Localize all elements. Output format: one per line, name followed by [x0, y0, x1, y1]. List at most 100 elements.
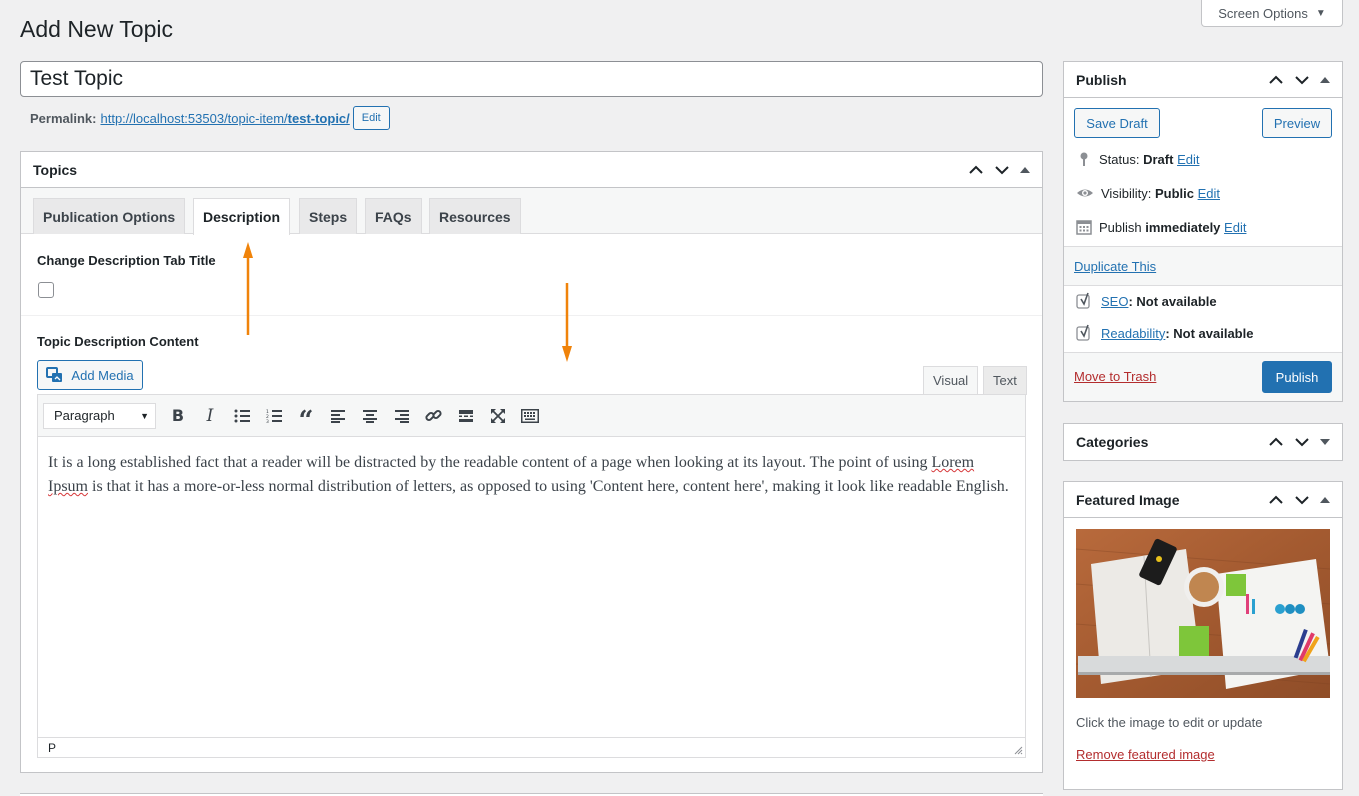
add-media-button[interactable]: Add Media — [37, 360, 143, 390]
seo-value: : Not available — [1128, 293, 1217, 309]
italic-icon[interactable]: I — [194, 401, 226, 431]
categories-header[interactable]: Categories — [1064, 424, 1342, 460]
change-tab-title-checkbox[interactable] — [38, 282, 54, 298]
save-draft-button[interactable]: Save Draft — [1074, 108, 1160, 138]
annotation-arrow-up — [243, 242, 253, 335]
editor-content[interactable]: It is a long established fact that a rea… — [38, 437, 1025, 513]
move-up-icon[interactable] — [1268, 495, 1284, 505]
eye-icon — [1077, 189, 1093, 197]
remove-featured-image-link[interactable]: Remove featured image — [1076, 747, 1215, 762]
categories-title: Categories — [1076, 434, 1149, 450]
publish-title: Publish — [1076, 71, 1127, 88]
numbered-list-icon[interactable]: 123 — [258, 401, 290, 431]
page-title: Add New Topic — [20, 16, 173, 42]
seo-row: SEO: Not available — [1076, 292, 1217, 310]
select-caret-icon: ▼ — [140, 410, 149, 421]
resize-handle-icon[interactable] — [1013, 745, 1023, 755]
description-label: Topic Description Content — [37, 334, 199, 349]
toolbar-toggle-icon[interactable] — [514, 401, 546, 431]
toggle-panel-icon[interactable] — [1320, 438, 1330, 446]
publish-button[interactable]: Publish — [1262, 361, 1332, 393]
visibility-row: Visibility: Public Edit — [1076, 185, 1220, 201]
topics-header: Topics — [21, 152, 1042, 188]
permalink-label: Permalink: — [30, 110, 97, 126]
tab-resources[interactable]: Resources — [429, 198, 521, 234]
bold-icon[interactable]: B — [162, 401, 194, 431]
caret-down-icon: ▼ — [1315, 7, 1326, 19]
align-center-icon[interactable] — [354, 401, 386, 431]
status-edit-link[interactable]: Edit — [1177, 152, 1199, 167]
bulleted-list-icon[interactable] — [226, 401, 258, 431]
move-up-icon[interactable] — [968, 165, 984, 175]
featured-image-title: Featured Image — [1076, 491, 1180, 508]
visibility-edit-link[interactable]: Edit — [1198, 186, 1220, 201]
svg-text:3: 3 — [266, 419, 269, 423]
format-select[interactable]: Paragraph ▼ — [43, 402, 156, 429]
featured-image-hint: Click the image to edit or update — [1076, 715, 1263, 730]
move-down-icon[interactable] — [994, 165, 1010, 175]
pin-icon — [1080, 152, 1088, 166]
status-row: Status: Draft Edit — [1076, 151, 1199, 167]
toggle-panel-icon[interactable] — [1020, 166, 1030, 174]
toggle-panel-icon[interactable] — [1320, 76, 1330, 84]
move-to-trash-link[interactable]: Move to Trash — [1074, 369, 1156, 384]
move-down-icon[interactable] — [1294, 437, 1310, 447]
move-down-icon[interactable] — [1294, 495, 1310, 505]
topics-postbox: Topics Publication Options Description S… — [20, 151, 1043, 773]
permalink-slug: test-topic/ — [287, 110, 350, 126]
schedule-edit-link[interactable]: Edit — [1224, 220, 1246, 235]
move-up-icon[interactable] — [1268, 437, 1284, 447]
description-editor: Paragraph ▼ B I 123 “ It is a long estab… — [37, 394, 1026, 758]
publish-value: immediately — [1145, 219, 1221, 235]
screen-options-button[interactable]: Screen Options ▼ — [1201, 0, 1343, 27]
duplicate-section: Duplicate This — [1064, 246, 1342, 286]
blockquote-icon[interactable]: “ — [290, 401, 322, 434]
permalink-row: Permalink: http://localhost:53503/topic-… — [30, 105, 390, 131]
content-text-1: It is a long established fact that a rea… — [48, 454, 932, 471]
fullscreen-icon[interactable] — [482, 401, 514, 431]
text-mode-tab[interactable]: Text — [983, 366, 1027, 395]
schedule-row: Publish immediately Edit — [1076, 219, 1246, 235]
move-up-icon[interactable] — [1268, 75, 1284, 85]
tab-steps[interactable]: Steps — [299, 198, 358, 234]
tab-faqs[interactable]: FAQs — [365, 198, 422, 234]
link-icon[interactable] — [418, 401, 450, 431]
permalink-edit-button[interactable]: Edit — [352, 106, 390, 130]
publish-label: Publish — [1099, 219, 1142, 235]
field-divider — [21, 315, 1042, 316]
categories-postbox: Categories — [1063, 423, 1343, 461]
visibility-value: Public — [1154, 185, 1194, 201]
tab-description[interactable]: Description — [193, 198, 291, 235]
readability-value: : Not available — [1165, 325, 1254, 341]
preview-button[interactable]: Preview — [1262, 108, 1332, 138]
editor-statusbar: P — [38, 737, 1025, 757]
toggle-panel-icon[interactable] — [1320, 496, 1330, 504]
seo-link[interactable]: SEO — [1101, 294, 1128, 309]
publish-postbox: Publish Save Draft Preview Status: Draft… — [1063, 61, 1343, 402]
post-title-input[interactable] — [20, 61, 1043, 97]
permalink-link[interactable]: http://localhost:53503/topic-item/test-t… — [100, 111, 349, 126]
annotation-arrow-down — [562, 283, 572, 362]
visual-mode-tab[interactable]: Visual — [923, 366, 979, 395]
align-right-icon[interactable] — [386, 401, 418, 431]
change-tab-title-label: Change Description Tab Title — [37, 253, 216, 268]
add-media-label: Add Media — [71, 367, 134, 383]
status-value: Draft — [1143, 151, 1174, 167]
move-down-icon[interactable] — [1294, 75, 1310, 85]
format-select-value: Paragraph — [54, 408, 115, 423]
media-icon — [46, 367, 63, 382]
element-path[interactable]: P — [48, 741, 56, 755]
featured-image-header: Featured Image — [1064, 482, 1342, 518]
yoast-icon — [1076, 324, 1090, 341]
duplicate-link[interactable]: Duplicate This — [1074, 259, 1156, 274]
read-more-icon[interactable] — [450, 401, 482, 431]
publish-header: Publish — [1064, 62, 1342, 98]
screen-options-label: Screen Options — [1218, 5, 1308, 21]
topics-title: Topics — [33, 161, 78, 178]
content-text-2: is that it has a more-or-less normal dis… — [88, 478, 1009, 495]
tab-publication-options[interactable]: Publication Options — [33, 198, 186, 234]
readability-row: Readability: Not available — [1076, 324, 1253, 342]
align-left-icon[interactable] — [322, 401, 354, 431]
readability-link[interactable]: Readability — [1101, 326, 1165, 341]
featured-image-thumbnail[interactable] — [1076, 529, 1330, 698]
